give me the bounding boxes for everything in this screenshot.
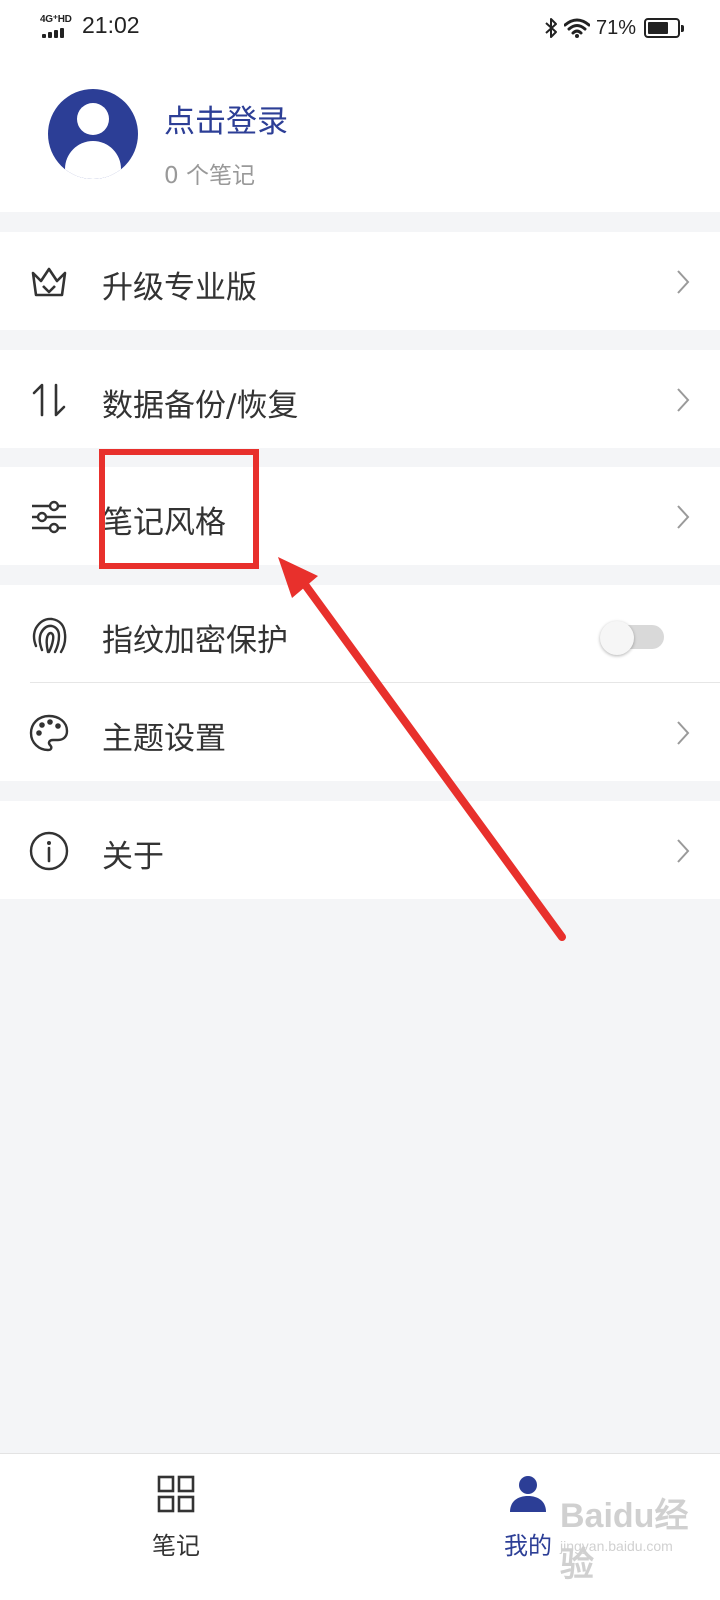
tab-label: 笔记 bbox=[152, 1532, 200, 1560]
menu-item-label: 关于 bbox=[102, 839, 164, 875]
menu-item-label: 主题设置 bbox=[102, 721, 226, 757]
section-about: 关于 bbox=[0, 801, 720, 899]
grid-icon bbox=[157, 1475, 195, 1513]
menu-item-upgrade[interactable]: 升级专业版 bbox=[0, 232, 720, 330]
chevron-right-icon bbox=[677, 270, 690, 294]
note-count: 0 个笔记 bbox=[164, 163, 255, 189]
watermark-logo: Baidu经验 bbox=[560, 1497, 689, 1584]
menu-item-label: 指纹加密保护 bbox=[102, 623, 288, 659]
login-link[interactable]: 点击登录 bbox=[164, 96, 288, 141]
menu-item-label: 升级专业版 bbox=[102, 270, 257, 306]
sort-arrows-icon bbox=[32, 383, 66, 417]
section-backup: 数据备份/恢复 bbox=[0, 350, 720, 448]
chevron-right-icon bbox=[677, 839, 690, 863]
tab-notes[interactable]: 笔记 bbox=[96, 1454, 256, 1600]
chevron-right-icon bbox=[677, 388, 690, 412]
fingerprint-toggle[interactable] bbox=[600, 621, 664, 655]
battery-icon bbox=[644, 18, 684, 38]
watermark-url: jingyan.baidu.com bbox=[560, 1538, 673, 1554]
sliders-icon bbox=[32, 500, 66, 534]
menu-item-label: 数据备份/恢复 bbox=[102, 388, 299, 424]
status-bar: 4G⁺HD 21:02 71% bbox=[0, 0, 720, 56]
menu-item-theme[interactable]: 主题设置 bbox=[0, 683, 720, 781]
watermark: Baidu经验 jingyan.baidu.com bbox=[560, 1488, 710, 1584]
cellular-signal-icon: 4G⁺HD bbox=[40, 14, 76, 40]
chevron-right-icon bbox=[677, 721, 690, 745]
fingerprint-icon bbox=[32, 617, 67, 654]
profile-header[interactable]: 点击登录 0 个笔记 bbox=[0, 56, 720, 212]
avatar[interactable] bbox=[48, 89, 138, 179]
crown-icon bbox=[31, 267, 67, 297]
palette-icon bbox=[29, 714, 69, 752]
status-time: 21:02 bbox=[82, 12, 140, 38]
person-icon bbox=[510, 1476, 546, 1512]
battery-percent: 71% bbox=[595, 16, 636, 39]
section-security-theme: 指纹加密保护 主题设置 bbox=[0, 585, 720, 781]
section-upgrade: 升级专业版 bbox=[0, 232, 720, 330]
menu-item-about[interactable]: 关于 bbox=[0, 801, 720, 899]
menu-item-fingerprint: 指纹加密保护 bbox=[0, 585, 720, 683]
info-icon bbox=[29, 831, 69, 871]
annotation-highlight-box bbox=[99, 449, 259, 569]
network-type: 4G⁺HD bbox=[40, 14, 72, 25]
bluetooth-icon bbox=[545, 18, 557, 38]
wifi-icon bbox=[563, 18, 590, 38]
menu-item-backup[interactable]: 数据备份/恢复 bbox=[0, 350, 720, 448]
chevron-right-icon bbox=[677, 505, 690, 529]
